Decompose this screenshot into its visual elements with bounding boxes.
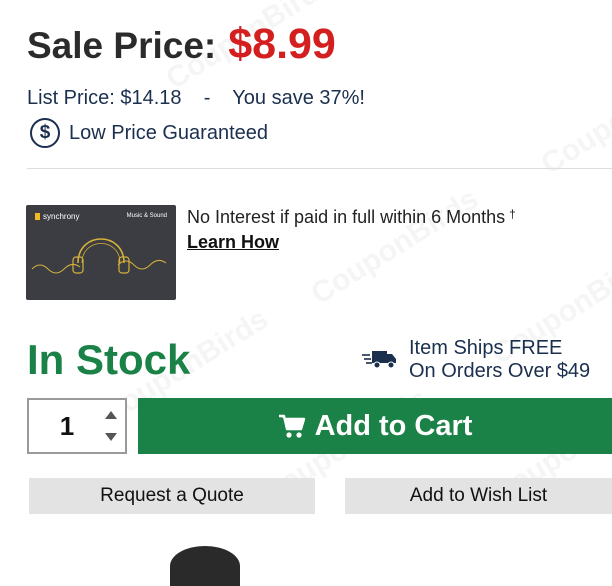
add-to-cart-label: Add to Cart — [314, 409, 473, 442]
add-to-wishlist-button[interactable]: Add to Wish List — [345, 478, 612, 514]
list-price-savings: List Price: $14.18 - You save 37%! — [27, 87, 365, 109]
learn-how-link[interactable]: Learn How — [187, 232, 279, 253]
low-price-guarantee[interactable]: $ Low Price Guaranteed — [30, 118, 268, 148]
synchrony-logo-icon — [35, 213, 40, 220]
avatar — [170, 546, 240, 586]
dagger-footnote: † — [509, 207, 516, 221]
card-type-label: Music & Sound — [126, 213, 167, 219]
watermark: CouponBirds — [305, 182, 485, 311]
sale-price-value: $8.99 — [228, 20, 336, 68]
watermark: CouponBirds — [535, 52, 612, 181]
card-brand: synchrony — [35, 212, 79, 221]
request-quote-button[interactable]: Request a Quote — [29, 478, 315, 514]
chevron-up-icon[interactable] — [101, 405, 121, 425]
truck-icon — [362, 351, 396, 369]
divider — [27, 168, 612, 169]
financing-offer-text: No Interest if paid in full within 6 Mon… — [187, 207, 506, 227]
card-brand-label: synchrony — [43, 212, 80, 221]
quantity-value[interactable]: 1 — [29, 411, 105, 442]
shipping-line-1: Item Ships FREE — [409, 337, 563, 359]
sale-price-label: Sale Price: — [27, 25, 217, 66]
shipping-info: Item Ships FREE On Orders Over $49 — [409, 337, 590, 383]
financing-offer: No Interest if paid in full within 6 Mon… — [187, 207, 516, 228]
cart-icon — [278, 414, 305, 438]
add-to-cart-button[interactable]: Add to Cart — [138, 398, 612, 454]
credit-card-image: synchrony Music & Sound — [26, 205, 176, 300]
guarantee-label: Low Price Guaranteed — [69, 121, 269, 144]
sale-price-row: Sale Price: $8.99 — [27, 20, 336, 69]
chevron-down-icon[interactable] — [101, 427, 121, 447]
stock-status: In Stock — [27, 336, 191, 383]
shipping-line-2: On Orders Over $49 — [409, 360, 591, 382]
dollar-circle-icon: $ — [30, 118, 60, 148]
quantity-stepper[interactable]: 1 — [27, 398, 127, 454]
